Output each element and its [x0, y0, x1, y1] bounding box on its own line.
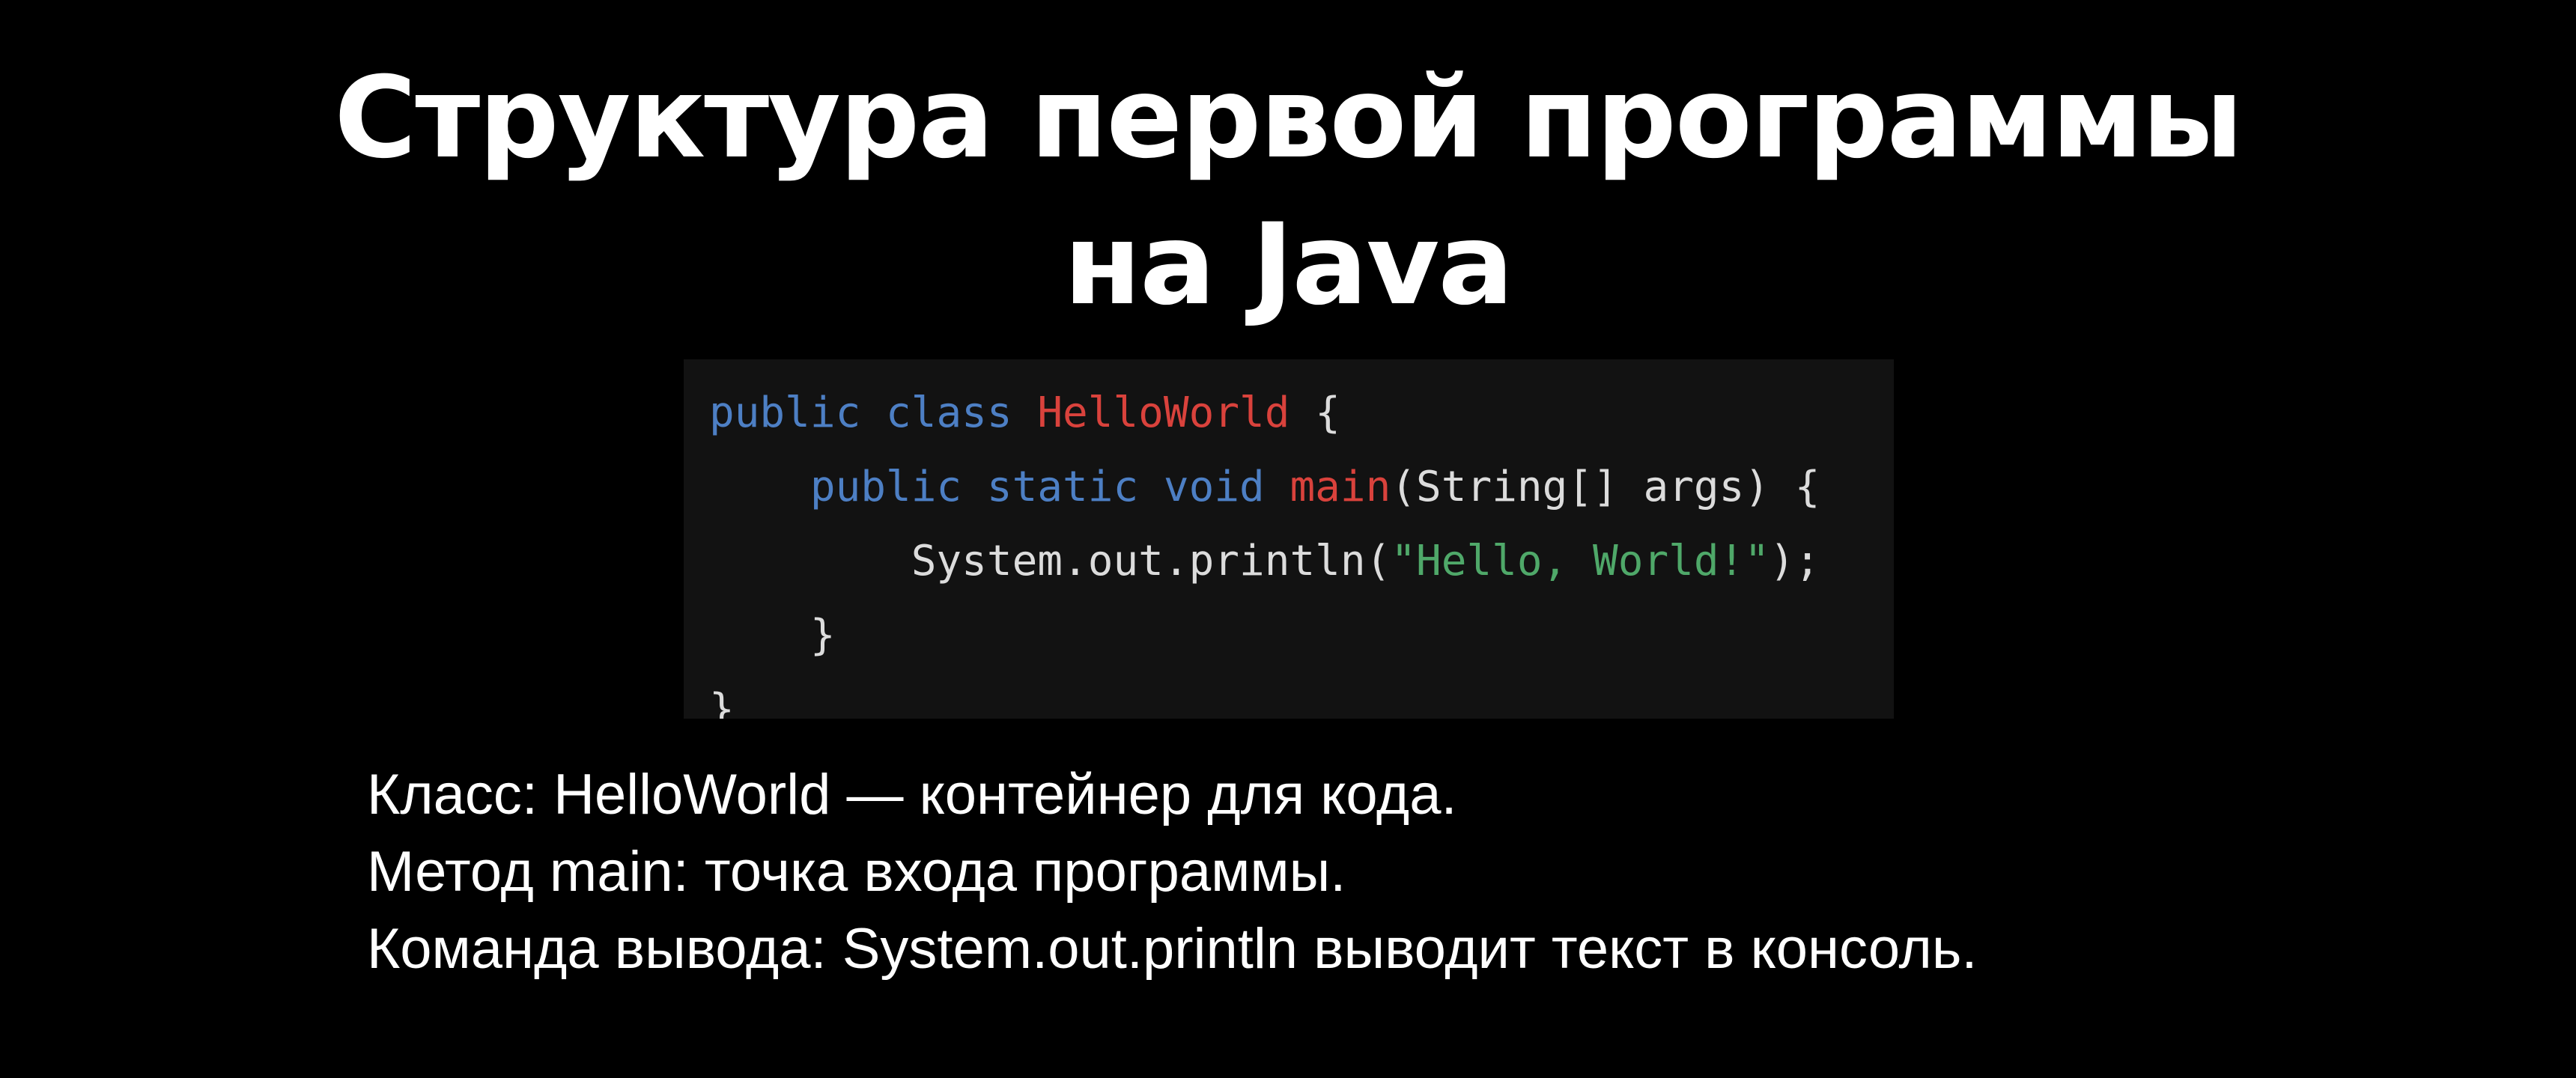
code-class-name: HelloWorld: [1037, 389, 1290, 437]
title-line-2: на Java: [1063, 200, 1513, 330]
code-call: System.out.println(: [911, 537, 1391, 585]
code-snippet: public class HelloWorld { public static …: [684, 359, 1894, 719]
slide-title: Структура первой программы на Java: [0, 45, 2576, 338]
explanation-item: Метод main: точка входа программы.: [367, 840, 1346, 904]
code-keyword: static: [986, 463, 1139, 511]
code-line-4: }: [709, 598, 1894, 672]
code-call-end: );: [1770, 537, 1820, 585]
code-brace: }: [809, 611, 836, 660]
code-line-2: public static void main(String[] args) {: [709, 450, 1894, 524]
code-keyword: class: [886, 389, 1012, 437]
code-keyword: public: [709, 389, 861, 437]
code-method-name: main: [1289, 463, 1391, 511]
slide: Структура первой программы на Java publi…: [0, 0, 2576, 1078]
explanation-item: Команда вывода: System.out.println вывод…: [367, 917, 1978, 981]
code-brace: }: [709, 685, 735, 719]
title-line-1: Структура первой программы: [334, 53, 2243, 183]
explanation-list: Класс: HelloWorld — контейнер для кода. …: [367, 756, 2464, 987]
code-keyword: void: [1163, 463, 1265, 511]
code-line-5: }: [709, 672, 1894, 719]
code-string: "Hello, World!": [1391, 537, 1770, 585]
explanation-item: Класс: HelloWorld — контейнер для кода.: [367, 763, 1457, 826]
code-line-3: System.out.println("Hello, World!");: [709, 524, 1894, 598]
code-params: (String[] args) {: [1391, 463, 1820, 511]
code-brace: {: [1315, 389, 1340, 437]
code-keyword: public: [809, 463, 962, 511]
code-line-1: public class HelloWorld {: [709, 376, 1894, 450]
